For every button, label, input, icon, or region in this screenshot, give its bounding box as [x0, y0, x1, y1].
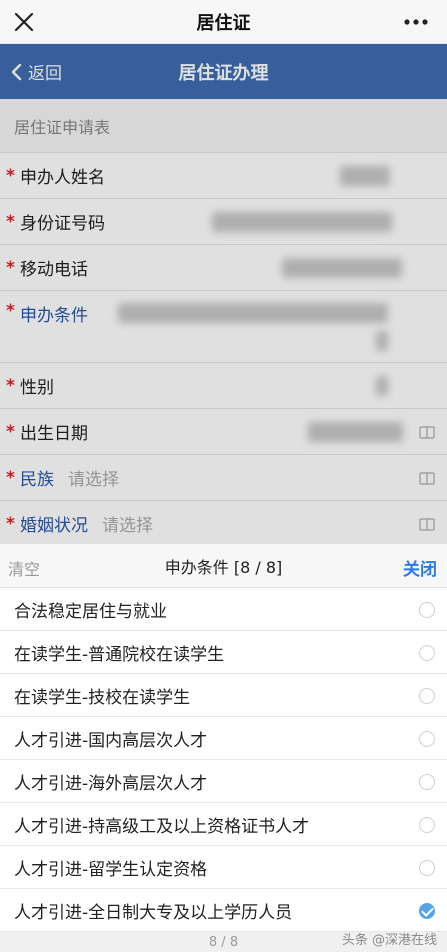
picker-option[interactable]: 人才引进-留学生认定资格 — [0, 846, 447, 889]
picker-options-list: 合法稳定居住与就业 在读学生-普通院校在读学生 在读学生-技校在读学生 人才引进… — [0, 588, 447, 932]
picker-option[interactable]: 人才引进-海外高层次人才 — [0, 760, 447, 803]
picker-option[interactable]: 人才引进-国内高层次人才 — [0, 717, 447, 760]
radio-icon — [419, 645, 435, 661]
radio-icon — [419, 817, 435, 833]
option-label: 在读学生-技校在读学生 — [14, 687, 191, 708]
more-options-icon[interactable] — [401, 8, 431, 36]
radio-icon — [419, 602, 435, 618]
radio-icon — [419, 774, 435, 790]
option-label: 人才引进-持高级工及以上资格证书人才 — [14, 816, 310, 837]
clear-button[interactable]: 清空 — [8, 556, 40, 580]
radio-icon — [419, 731, 435, 747]
picker-header: 清空 申办条件 [8 / 8] 关闭 — [0, 544, 447, 588]
app-title: 居住证 — [196, 12, 251, 34]
picker-option[interactable]: 在读学生-普通院校在读学生 — [0, 631, 447, 674]
watermark: 头条 @深港在线 — [341, 933, 437, 948]
radio-icon — [419, 688, 435, 704]
close-icon[interactable] — [10, 8, 38, 36]
option-label: 人才引进-国内高层次人才 — [14, 730, 208, 751]
modal-overlay[interactable] — [0, 44, 447, 544]
app-top-bar: 居住证 — [0, 0, 447, 44]
condition-picker-sheet: 清空 申办条件 [8 / 8] 关闭 合法稳定居住与就业 在读学生-普通院校在读… — [0, 544, 447, 952]
option-label: 人才引进-全日制大专及以上学历人员 — [14, 902, 293, 923]
option-label: 人才引进-留学生认定资格 — [14, 859, 208, 880]
option-label: 在读学生-普通院校在读学生 — [14, 644, 225, 665]
picker-option[interactable]: 人才引进-持高级工及以上资格证书人才 — [0, 803, 447, 846]
radio-icon — [419, 860, 435, 876]
option-label: 人才引进-海外高层次人才 — [14, 773, 208, 794]
picker-option[interactable]: 合法稳定居住与就业 — [0, 588, 447, 631]
radio-check-icon — [419, 903, 435, 919]
option-label: 合法稳定居住与就业 — [14, 601, 167, 622]
picker-title: 申办条件 [8 / 8] — [164, 557, 283, 577]
picker-option[interactable]: 在读学生-技校在读学生 — [0, 674, 447, 717]
close-button[interactable]: 关闭 — [403, 555, 437, 580]
picker-option[interactable]: 人才引进-全日制大专及以上学历人员 — [0, 889, 447, 932]
